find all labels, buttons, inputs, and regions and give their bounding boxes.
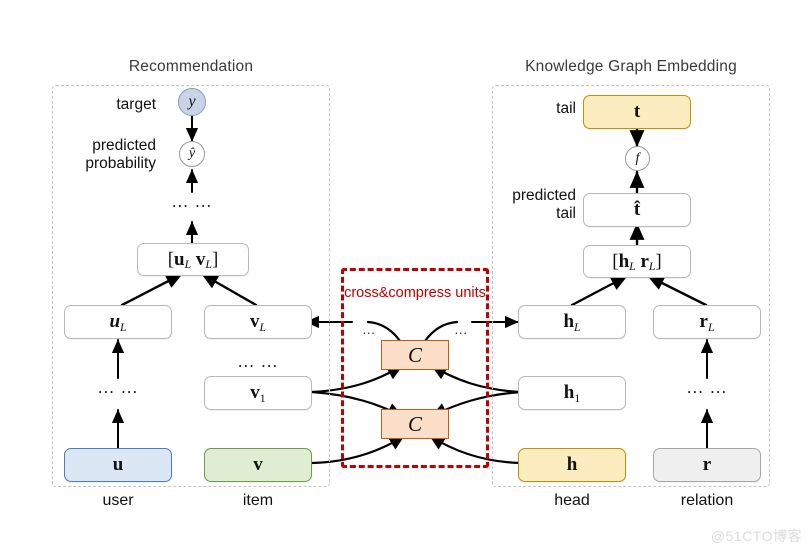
predicted-tail-label: predicted tail bbox=[490, 187, 576, 223]
kge-group-container bbox=[492, 85, 770, 487]
cross-compress-label: cross&compress units bbox=[344, 285, 486, 301]
box-h-input-text: h bbox=[566, 454, 578, 475]
cross-compress-unit-bottom-text: C bbox=[407, 411, 422, 436]
box-t-hat-predicted-tail: t̂ bbox=[583, 193, 691, 227]
section-title-kge: Knowledge Graph Embedding bbox=[525, 58, 737, 75]
box-t-hat-text: t̂ bbox=[633, 199, 641, 220]
section-title-recommendation: Recommendation bbox=[128, 58, 254, 75]
predicted-probability-label: predicted probability bbox=[60, 137, 156, 173]
caption-head: head bbox=[554, 492, 590, 509]
box-u-input: u bbox=[64, 448, 172, 482]
cross-compress-unit-top: C bbox=[381, 340, 449, 370]
cross-compress-unit-bottom: C bbox=[381, 409, 449, 439]
relation-layers-ellipsis: … … bbox=[686, 378, 728, 397]
target-node-value: y bbox=[188, 93, 196, 110]
concat-box-kge: [hL rL] bbox=[583, 245, 691, 278]
box-h-L: hL bbox=[518, 305, 626, 339]
box-v-1: v1 bbox=[204, 376, 312, 410]
box-v-input: v bbox=[204, 448, 312, 482]
box-t-tail: t bbox=[583, 95, 691, 129]
box-v-L: vL bbox=[204, 305, 312, 339]
concat-box-recommendation: [uL vL] bbox=[137, 243, 249, 276]
predicted-tail-line1: predicted bbox=[512, 187, 576, 204]
box-u-input-text: u bbox=[112, 454, 124, 475]
target-node-y: y bbox=[178, 88, 206, 116]
watermark: @51CTO博客 bbox=[710, 528, 802, 544]
target-label: target bbox=[116, 96, 156, 113]
box-v-input-text: v bbox=[253, 454, 263, 475]
predicted-probability-line1: predicted bbox=[92, 137, 156, 154]
tail-label: tail bbox=[556, 100, 576, 117]
concat-kge-text: [hL rL] bbox=[612, 250, 662, 274]
cc-left-ellipsis: … bbox=[362, 322, 376, 337]
box-h-L-text: hL bbox=[563, 311, 581, 334]
recommendation-layers-ellipsis: … … bbox=[171, 192, 213, 211]
caption-item: item bbox=[242, 492, 274, 509]
cross-compress-unit-top-text: C bbox=[407, 342, 422, 367]
diagram-canvas: Recommendation Knowledge Graph Embedding… bbox=[0, 0, 812, 554]
box-v-1-text: v1 bbox=[250, 382, 266, 405]
scoring-function-value: f bbox=[635, 150, 640, 166]
scoring-function-node-f: f bbox=[625, 146, 650, 171]
predicted-probability-value: ŷ bbox=[188, 146, 196, 161]
box-h-1-text: h1 bbox=[563, 382, 581, 405]
box-h-1: h1 bbox=[518, 376, 626, 410]
caption-user: user bbox=[102, 492, 134, 509]
box-h-input: h bbox=[518, 448, 626, 482]
box-r-L: rL bbox=[653, 305, 761, 339]
caption-relation: relation bbox=[680, 492, 734, 509]
box-r-input: r bbox=[653, 448, 761, 482]
item-layers-ellipsis: … … bbox=[237, 352, 279, 371]
cc-right-ellipsis: … bbox=[454, 322, 468, 337]
user-layers-ellipsis: … … bbox=[97, 378, 139, 397]
concat-recommendation-text: [uL vL] bbox=[167, 248, 219, 272]
box-u-L-text: uL bbox=[109, 311, 127, 334]
box-u-L: uL bbox=[64, 305, 172, 339]
predicted-tail-line2: tail bbox=[556, 205, 576, 222]
box-r-L-text: rL bbox=[699, 311, 715, 334]
box-r-input-text: r bbox=[702, 454, 712, 475]
box-t-tail-text: t bbox=[633, 101, 641, 122]
predicted-probability-line2: probability bbox=[85, 155, 156, 172]
predicted-probability-node: ŷ bbox=[179, 141, 205, 167]
box-v-L-text: vL bbox=[249, 311, 267, 334]
